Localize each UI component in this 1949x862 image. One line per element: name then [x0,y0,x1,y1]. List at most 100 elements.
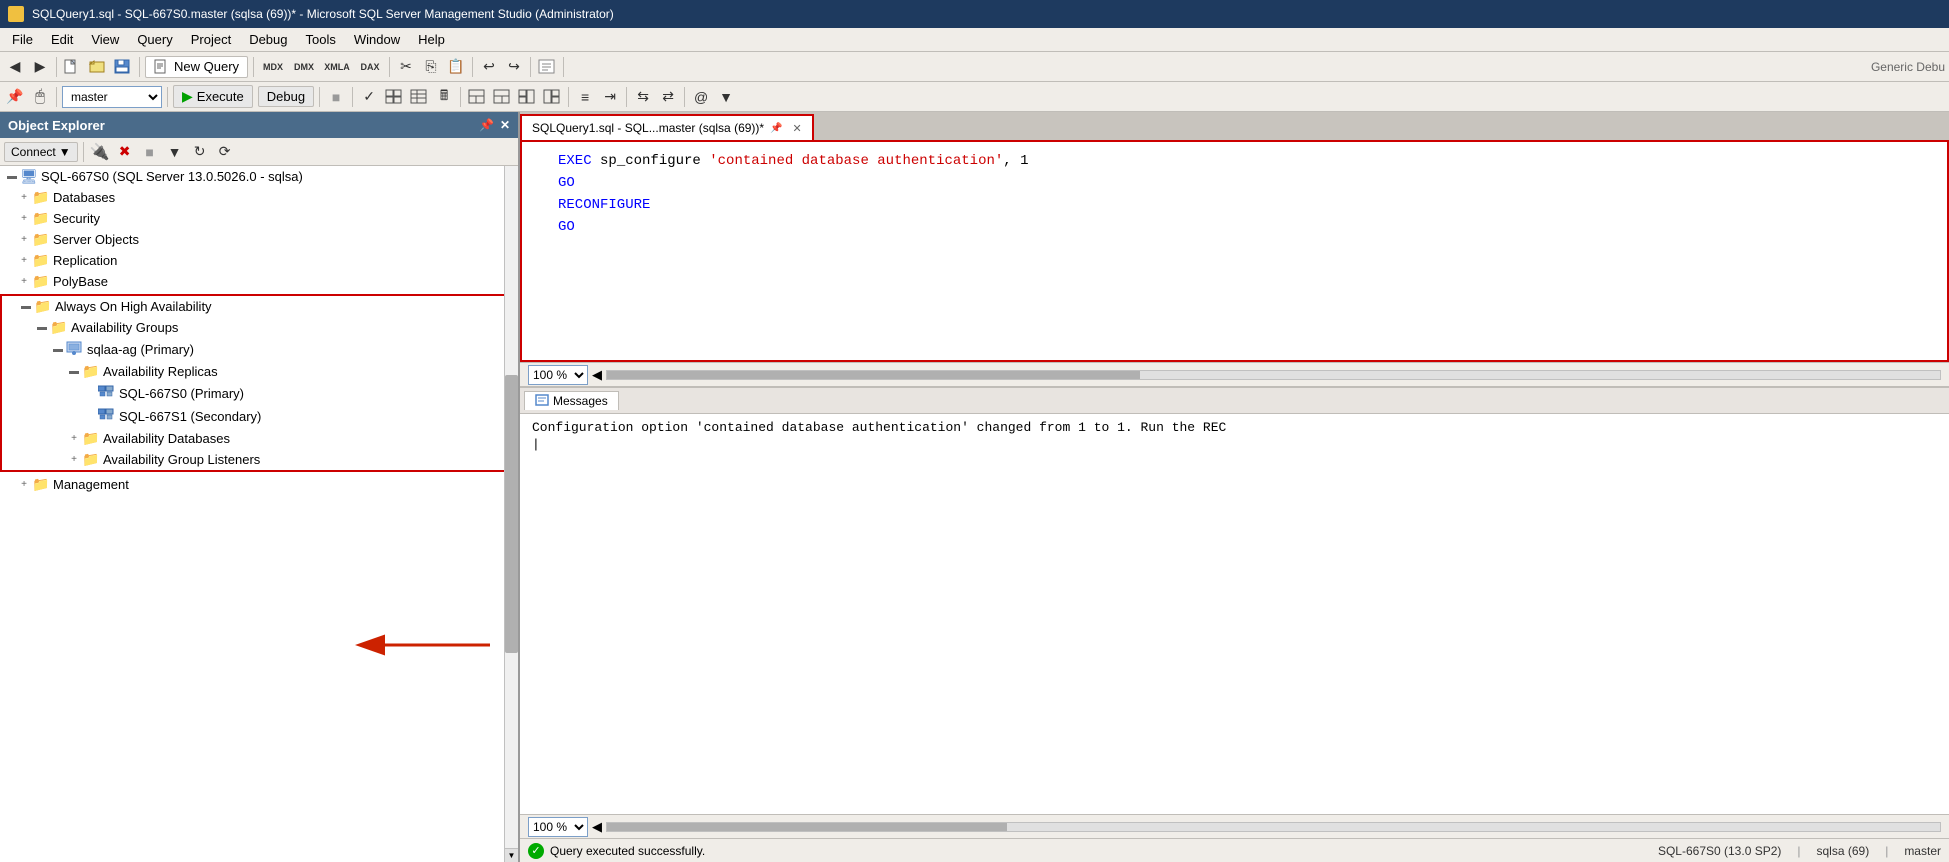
oe-connect-icon[interactable]: 🔌 [89,141,111,163]
summary-btn[interactable] [536,56,558,78]
menu-debug[interactable]: Debug [241,30,295,49]
security-expand-icon[interactable]: + [16,213,32,224]
pin-btn[interactable]: 📌 [4,86,26,108]
forward-btn[interactable]: ▶ [29,56,51,78]
back-btn[interactable]: ◀ [4,56,26,78]
paste-btn[interactable]: 📋 [445,56,467,78]
editor-scroll-left-icon[interactable]: ◀ [592,367,602,383]
execute-button[interactable]: ▶ Execute [173,85,253,108]
ref-btn[interactable]: @ [690,86,712,108]
editor-hscroll-track[interactable] [606,370,1941,380]
menu-query[interactable]: Query [129,30,180,49]
tree-sqlaa-ag[interactable]: ▬ sqlaa-ag (Primary) [2,338,514,361]
layout-btn3[interactable] [516,86,538,108]
editor-zoom-selector[interactable]: 100 % 75 % 150 % [528,365,588,385]
tree-replica-primary[interactable]: + SQL-667S0 (Primary) [2,382,514,405]
avail-db-expand-icon[interactable]: + [66,433,82,444]
oe-refresh-icon[interactable]: ↻ [189,141,211,163]
oe-disconnect-icon[interactable]: ✖ [114,141,136,163]
editor-hscroll-thumb[interactable] [607,371,1140,379]
menu-project[interactable]: Project [183,30,239,49]
menu-help[interactable]: Help [410,30,453,49]
xmla-btn[interactable]: XMLA [321,56,353,78]
tree-availability-groups[interactable]: ▬ 📁 Availability Groups [2,317,514,338]
server-expand-icon[interactable]: ▬ [4,171,20,182]
tree-availability-databases[interactable]: + 📁 Availability Databases [2,428,514,449]
layout-btn2[interactable] [491,86,513,108]
cursor-btn[interactable]: 🖱 [29,86,51,108]
save-btn[interactable] [112,56,134,78]
query-tab-close-icon[interactable]: ✕ [793,122,802,135]
avail-listeners-expand-icon[interactable]: + [66,454,82,465]
oe-scrollbar[interactable]: ▼ [504,166,518,862]
align-left-btn[interactable]: ≡ [574,86,596,108]
tree-server-root[interactable]: ▬ 🖥 SQL-667S0 (SQL Server 13.0.5026.0 - … [0,166,518,187]
new-query-button[interactable]: New Query [145,56,248,78]
databases-expand-icon[interactable]: + [16,192,32,203]
server-objects-expand-icon[interactable]: + [16,234,32,245]
oe-pin-icon[interactable]: 📌 [479,118,494,132]
tree-replica-secondary[interactable]: + SQL-667S1 (Secondary) [2,405,514,428]
layout-btn1[interactable] [466,86,488,108]
calc-btn[interactable]: 🖩 [433,86,455,108]
indent-btn[interactable]: ⇥ [599,86,621,108]
debug-button[interactable]: Debug [258,86,314,107]
avail-groups-expand-icon[interactable]: ▬ [34,322,50,333]
undo-btn[interactable]: ↩ [478,56,500,78]
dmx-btn[interactable]: DMX [290,56,318,78]
menu-window[interactable]: Window [346,30,408,49]
redo-btn[interactable]: ↪ [503,56,525,78]
query-tab-1[interactable]: SQLQuery1.sql - SQL...master (sqlsa (69)… [520,114,814,140]
sqlaa-ag-expand-icon[interactable]: ▬ [50,344,66,355]
mdx-btn[interactable]: MDX [259,56,287,78]
always-on-expand-icon[interactable]: ▬ [18,301,34,312]
grid-btn2[interactable] [408,86,430,108]
tree-availability-listeners[interactable]: + 📁 Availability Group Listeners [2,449,514,470]
messages-tab[interactable]: Messages [524,391,619,410]
tree-always-on[interactable]: ▬ 📁 Always On High Availability [2,296,514,317]
oe-close-icon[interactable]: ✕ [500,118,510,132]
new-file-btn[interactable] [62,56,84,78]
oe-scroll-down[interactable]: ▼ [505,848,518,862]
menu-view[interactable]: View [83,30,127,49]
oe-stop-icon[interactable]: ■ [139,141,161,163]
parse-btn[interactable]: ✓ [358,86,380,108]
copy-btn[interactable]: ⎘ [420,56,442,78]
tree-polybase[interactable]: + 📁 PolyBase [0,271,518,292]
results-hscroll-track[interactable] [606,822,1941,832]
connect-button[interactable]: Connect ▼ [4,142,78,162]
replication-expand-icon[interactable]: + [16,255,32,266]
oe-sync-icon[interactable]: ⟳ [214,141,236,163]
database-selector[interactable]: master [62,86,162,108]
code-editor[interactable]: EXEC sp_configure 'contained database au… [520,142,1949,362]
toggle-btn2[interactable]: ⇄ [657,86,679,108]
layout-btn4[interactable] [541,86,563,108]
oe-filter-icon[interactable]: ▼ [164,141,186,163]
stop-btn[interactable]: ■ [325,86,347,108]
results-zoom-selector[interactable]: 100 % 75 % 150 % [528,817,588,837]
query-tab-pin-icon[interactable]: 📌 [770,123,782,134]
server-objects-folder-icon: 📁 [32,231,50,248]
cut-btn[interactable]: ✂ [395,56,417,78]
tree-security[interactable]: + 📁 Security [0,208,518,229]
management-expand-icon[interactable]: + [16,479,32,490]
menu-file[interactable]: File [4,30,41,49]
menu-edit[interactable]: Edit [43,30,81,49]
dax-btn[interactable]: DAX [356,56,384,78]
toggle-btn1[interactable]: ⇆ [632,86,654,108]
polybase-expand-icon[interactable]: + [16,276,32,287]
tree-databases[interactable]: + 📁 Databases [0,187,518,208]
results-scroll-left-icon[interactable]: ◀ [592,819,602,835]
avail-replicas-expand-icon[interactable]: ▬ [66,366,82,377]
oe-scrollbar-thumb[interactable] [505,375,518,653]
tree-management[interactable]: + 📁 Management [0,474,518,495]
tree-server-objects[interactable]: + 📁 Server Objects [0,229,518,250]
down-arrow-btn[interactable]: ▼ [715,86,737,108]
connect-dropdown-icon[interactable]: ▼ [59,145,71,159]
tree-replication[interactable]: + 📁 Replication [0,250,518,271]
open-file-btn[interactable] [87,56,109,78]
results-hscroll-thumb[interactable] [607,823,1007,831]
tree-availability-replicas[interactable]: ▬ 📁 Availability Replicas [2,361,514,382]
grid-btn1[interactable] [383,86,405,108]
menu-tools[interactable]: Tools [298,30,344,49]
